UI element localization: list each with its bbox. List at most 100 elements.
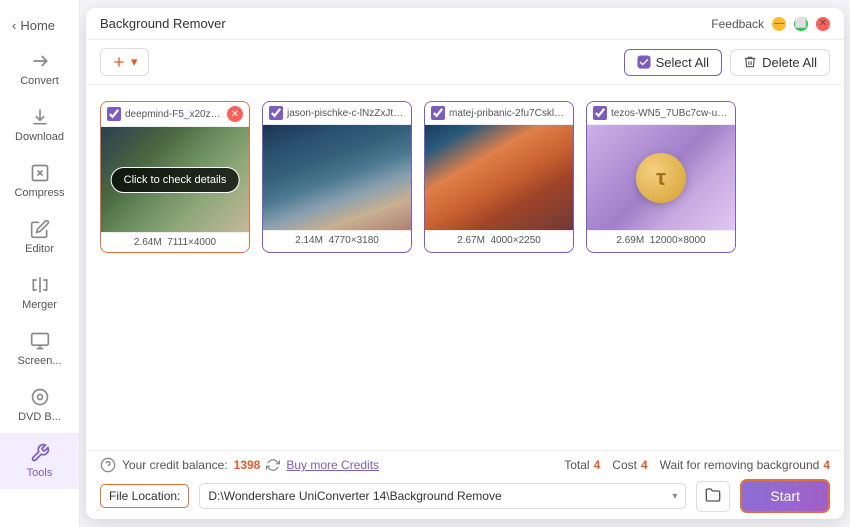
- cost-val: 4: [641, 458, 648, 472]
- compress-icon: [30, 163, 50, 183]
- refresh-icon[interactable]: [266, 458, 280, 472]
- card-header-0: deepmind-F5_x20zxLEl-u... ✕: [101, 102, 249, 127]
- card-checkbox-0[interactable]: [107, 107, 121, 121]
- toolbar-right: Select All Delete All: [624, 49, 830, 76]
- sidebar-back-btn[interactable]: ‹ Home: [0, 10, 79, 41]
- file-path-text: D:\Wondershare UniConverter 14\Backgroun…: [208, 489, 501, 503]
- dvd-icon: [30, 387, 50, 407]
- buy-credits-link[interactable]: Buy more Credits: [286, 458, 379, 472]
- maximize-button[interactable]: ⬜: [794, 17, 808, 31]
- delete-all-button[interactable]: Delete All: [730, 49, 830, 76]
- sidebar-home-label: Home: [20, 18, 55, 33]
- coin-icon: τ: [636, 153, 686, 203]
- add-btn-label: ▾: [131, 54, 138, 70]
- bottom-info: Your credit balance: 1398 Buy more Credi…: [100, 457, 830, 473]
- main-area: ...or ionies. data Background Remover Fe…: [80, 0, 850, 527]
- sidebar-item-compress[interactable]: Compress: [0, 153, 79, 209]
- wait-item: Wait for removing background 4: [660, 458, 830, 472]
- card-footer-0: 2.64M 7111×4000: [101, 232, 249, 252]
- delete-icon: [743, 55, 757, 69]
- select-all-button[interactable]: Select All: [624, 49, 722, 76]
- sidebar-download-label: Download: [15, 131, 64, 143]
- card-dims-3: 12000×8000: [650, 235, 706, 246]
- card-checkbox-1[interactable]: [269, 106, 283, 120]
- card-size-0: 2.64M: [134, 237, 162, 248]
- card-header-3: tezos-WN5_7UBc7cw-uns...: [587, 102, 735, 125]
- credit-section: Your credit balance: 1398 Buy more Credi…: [100, 457, 379, 473]
- toolbar-left: ▾: [100, 48, 149, 76]
- card-dims-0: 7111×4000: [167, 237, 216, 248]
- card-close-0[interactable]: ✕: [227, 106, 243, 122]
- image-card-1[interactable]: jason-pischke-c-lNzZxJtZ... 2.14M 4770×3…: [262, 101, 412, 253]
- minimize-button[interactable]: —: [772, 17, 786, 31]
- image-card-2[interactable]: matej-pribanic-2fu7CsklT... 2.67M 4000×2…: [424, 101, 574, 253]
- file-path-input[interactable]: D:\Wondershare UniConverter 14\Backgroun…: [199, 483, 686, 509]
- browse-folder-button[interactable]: [696, 481, 730, 512]
- check-detail-overlay-0[interactable]: Click to check details: [111, 167, 240, 193]
- card-checkbox-3[interactable]: [593, 106, 607, 120]
- add-icon: [111, 54, 127, 70]
- close-button[interactable]: ✕: [816, 17, 830, 31]
- sidebar-item-dvd[interactable]: DVD B...: [0, 377, 79, 433]
- sidebar-item-tools[interactable]: Tools: [0, 433, 79, 489]
- dialog-toolbar: ▾ Select All Delete All: [86, 40, 844, 85]
- dialog-title: Background Remover: [100, 16, 226, 31]
- sidebar-item-download[interactable]: Download: [0, 97, 79, 153]
- add-files-button[interactable]: ▾: [100, 48, 149, 76]
- sidebar-item-editor[interactable]: Editor: [0, 209, 79, 265]
- card-footer-1: 2.14M 4770×3180: [263, 230, 411, 250]
- sidebar-screen-label: Screen...: [17, 355, 61, 367]
- totals-section: Total 4 Cost 4 Wait for removing backgro…: [564, 458, 830, 472]
- wait-label: Wait for removing background: [660, 458, 820, 472]
- card-image-0: Click to check details: [101, 127, 249, 232]
- dropdown-chevron-icon: ▾: [672, 491, 677, 502]
- card-filename-1: jason-pischke-c-lNzZxJtZ...: [287, 108, 405, 119]
- sidebar-compress-label: Compress: [14, 187, 64, 199]
- sidebar-merger-label: Merger: [22, 299, 57, 311]
- card-image-1: [263, 125, 411, 230]
- sidebar: ‹ Home Convert Download Compress Editor …: [0, 0, 80, 527]
- download-icon: [30, 107, 50, 127]
- total-val: 4: [594, 458, 601, 472]
- credit-value: 1398: [234, 458, 261, 472]
- card-dims-1: 4770×3180: [329, 235, 379, 246]
- card-image-2: [425, 125, 573, 230]
- sidebar-item-merger[interactable]: Merger: [0, 265, 79, 321]
- feedback-link[interactable]: Feedback: [711, 17, 764, 31]
- wait-val: 4: [823, 458, 830, 472]
- start-button[interactable]: Start: [740, 479, 830, 513]
- card-dims-2: 4000×2250: [491, 235, 541, 246]
- tools-icon: [30, 443, 50, 463]
- card-header-2: matej-pribanic-2fu7CsklT...: [425, 102, 573, 125]
- image-card-3[interactable]: tezos-WN5_7UBc7cw-uns... τ 2.69M 12000×8…: [586, 101, 736, 253]
- total-label: Total: [564, 458, 589, 472]
- folder-icon: [705, 487, 721, 503]
- sidebar-item-convert[interactable]: Convert: [0, 41, 79, 97]
- card-image-3: τ: [587, 125, 735, 230]
- back-icon: ‹: [12, 18, 16, 33]
- card-checkbox-2[interactable]: [431, 106, 445, 120]
- image-grid: deepmind-F5_x20zxLEl-u... ✕ Click to che…: [100, 101, 830, 253]
- sidebar-convert-label: Convert: [20, 75, 59, 87]
- card-filename-0: deepmind-F5_x20zxLEl-u...: [125, 109, 223, 120]
- sidebar-dvd-label: DVD B...: [18, 411, 61, 423]
- editor-icon: [30, 219, 50, 239]
- bottom-action: File Location: D:\Wondershare UniConvert…: [100, 479, 830, 513]
- merger-icon: [30, 275, 50, 295]
- sidebar-editor-label: Editor: [25, 243, 54, 255]
- card-size-1: 2.14M: [295, 235, 323, 246]
- cost-label: Cost: [612, 458, 637, 472]
- sidebar-item-screen[interactable]: Screen...: [0, 321, 79, 377]
- card-footer-2: 2.67M 4000×2250: [425, 230, 573, 250]
- card-header-1: jason-pischke-c-lNzZxJtZ...: [263, 102, 411, 125]
- dialog-controls: Feedback — ⬜ ✕: [711, 17, 830, 31]
- select-all-label: Select All: [656, 55, 709, 70]
- background-remover-dialog: Background Remover Feedback — ⬜ ✕ ▾: [86, 8, 844, 519]
- image-card-0[interactable]: deepmind-F5_x20zxLEl-u... ✕ Click to che…: [100, 101, 250, 253]
- card-size-2: 2.67M: [457, 235, 485, 246]
- sidebar-tools-label: Tools: [27, 467, 53, 479]
- convert-icon: [30, 51, 50, 71]
- credit-label: Your credit balance:: [122, 458, 228, 472]
- dialog-bottom: Your credit balance: 1398 Buy more Credi…: [86, 450, 844, 519]
- card-filename-3: tezos-WN5_7UBc7cw-uns...: [611, 108, 729, 119]
